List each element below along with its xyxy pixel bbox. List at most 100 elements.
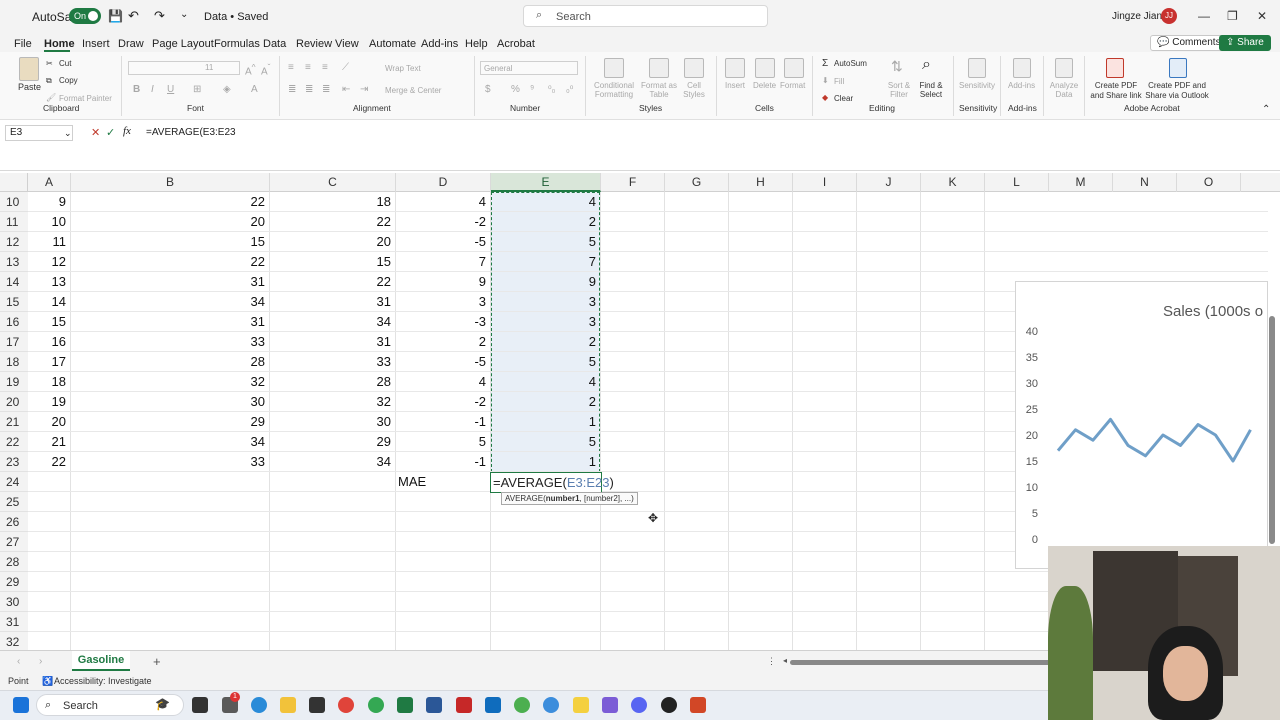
format-painter-icon[interactable]: 🖌 (46, 93, 56, 102)
cell-e[interactable]: 1 (540, 452, 596, 472)
cell-b[interactable]: 20 (209, 212, 265, 232)
insert-cells-icon[interactable] (725, 58, 745, 78)
column-header-n[interactable]: N (1113, 173, 1177, 192)
mae-label[interactable]: MAE (398, 472, 426, 492)
cell-e[interactable]: 5 (540, 352, 596, 372)
close-icon[interactable]: ✕ (1257, 9, 1267, 23)
cell-e[interactable]: 3 (540, 312, 596, 332)
app-icon[interactable] (309, 697, 325, 713)
currency-icon[interactable]: $ (485, 84, 491, 95)
cell-d[interactable]: -5 (430, 352, 486, 372)
column-header-l[interactable]: L (985, 173, 1049, 192)
bold-icon[interactable]: B (133, 84, 140, 95)
row-header[interactable]: 24 (0, 472, 28, 492)
enter-icon[interactable]: ✓ (106, 126, 115, 139)
cell-styles-button[interactable]: Cell Styles (679, 81, 709, 99)
task-view-icon[interactable] (192, 697, 208, 713)
cell-styles-icon[interactable] (684, 58, 704, 78)
cell-d[interactable]: 7 (430, 252, 486, 272)
row-header[interactable]: 26 (0, 512, 28, 532)
cell-c[interactable]: 31 (335, 332, 391, 352)
obs-icon[interactable] (661, 697, 677, 713)
chevron-down-icon[interactable]: ⌄ (64, 126, 72, 140)
sort-filter-button[interactable]: Sort & Filter (884, 81, 914, 99)
search-box[interactable]: ⌕ Search (523, 5, 768, 27)
horizontal-scrollbar[interactable] (790, 660, 1060, 665)
share-button[interactable]: ⇪ Share (1219, 35, 1271, 51)
column-header-h[interactable]: H (729, 173, 793, 192)
chrome-profile-icon[interactable] (368, 697, 384, 713)
redo-icon[interactable]: ↷ (154, 8, 165, 24)
line-chart[interactable]: Sales (1000s o 40 35 30 25 20 15 10 5 0 (1015, 281, 1268, 569)
cell-c[interactable]: 22 (335, 212, 391, 232)
active-cell-e24[interactable]: =AVERAGE(E3:E23) (490, 472, 614, 493)
cell-d[interactable]: 4 (430, 372, 486, 392)
insert-function-icon[interactable]: fx (123, 125, 131, 137)
wrap-text-button[interactable]: Wrap Text (385, 64, 421, 73)
collapse-ribbon-icon[interactable]: ⌃ (1262, 104, 1270, 115)
clear-icon[interactable]: ◆ (822, 93, 828, 102)
outdent-icon[interactable]: ⇥ (360, 84, 368, 95)
column-header-a[interactable]: A (28, 173, 71, 192)
acrobat-icon[interactable] (456, 697, 472, 713)
taskbar-search[interactable]: ⌕ Search 🎓 (36, 694, 184, 716)
tab-file[interactable]: File (14, 38, 32, 50)
cell-d[interactable]: 3 (430, 292, 486, 312)
percent-icon[interactable]: % (511, 84, 520, 95)
shrink-font-icon[interactable]: Aˇ (261, 62, 270, 77)
format-table-icon[interactable] (649, 58, 669, 78)
cell-e[interactable]: 4 (540, 192, 596, 212)
column-header-j[interactable]: J (857, 173, 921, 192)
paste-icon[interactable] (19, 57, 39, 81)
undo-icon[interactable]: ↶ (128, 8, 139, 24)
cell-b[interactable]: 22 (209, 192, 265, 212)
font-size-select[interactable]: 11 (197, 61, 239, 75)
tab-acrobat[interactable]: Acrobat (497, 38, 535, 50)
create-pdf-link-icon[interactable] (1106, 58, 1124, 78)
cell-a[interactable]: 20 (10, 412, 66, 432)
function-tooltip[interactable]: AVERAGE(number1, [number2], ...) (501, 492, 638, 505)
series-line[interactable] (1056, 417, 1252, 463)
outlook-icon[interactable] (485, 697, 501, 713)
column-header-i[interactable]: I (793, 173, 857, 192)
chrome-alt2-icon[interactable] (543, 697, 559, 713)
autosave-toggle[interactable]: On (69, 8, 101, 24)
windows-start-icon[interactable] (13, 697, 29, 713)
sticky-notes-icon[interactable] (573, 697, 589, 713)
cell-b[interactable]: 31 (209, 272, 265, 292)
create-pdf-outlook-button[interactable]: Create PDF and Share via Outlook (1145, 81, 1209, 101)
column-header-c[interactable]: C (270, 173, 396, 192)
cell-b[interactable]: 30 (209, 392, 265, 412)
cell-d[interactable]: -1 (430, 412, 486, 432)
decrease-decimal-icon[interactable]: ₀⁰ (566, 84, 573, 95)
analyze-data-icon[interactable] (1055, 58, 1073, 78)
cell-b[interactable]: 15 (209, 232, 265, 252)
cut-icon[interactable]: ✂ (46, 59, 53, 68)
column-header-d[interactable]: D (396, 173, 491, 192)
borders-icon[interactable]: ⊞ (193, 84, 201, 95)
select-all-corner[interactable] (0, 173, 28, 192)
file-explorer-icon[interactable] (280, 697, 296, 713)
cell-e[interactable]: 9 (540, 272, 596, 292)
fill-button[interactable]: Fill (834, 77, 844, 86)
cell-c[interactable]: 20 (335, 232, 391, 252)
column-header-m[interactable]: M (1049, 173, 1113, 192)
tab-home[interactable]: Home (44, 38, 75, 50)
cell-a[interactable]: 15 (10, 312, 66, 332)
copy-icon[interactable]: ⧉ (46, 76, 52, 86)
autosum-icon[interactable]: Σ (822, 58, 828, 69)
grow-font-icon[interactable]: A^ (245, 62, 256, 77)
tab-view[interactable]: View (335, 38, 359, 50)
cell-b[interactable]: 32 (209, 372, 265, 392)
cell-e[interactable]: 2 (540, 212, 596, 232)
cell-b[interactable]: 33 (209, 452, 265, 472)
cell-a[interactable]: 10 (10, 212, 66, 232)
accessibility-status[interactable]: Accessibility: Investigate (54, 676, 152, 686)
cell-c[interactable]: 15 (335, 252, 391, 272)
app-w-icon[interactable] (602, 697, 618, 713)
split-handle-icon[interactable]: ⋮ (767, 656, 776, 667)
align-bottom-icon[interactable]: ≡ (322, 62, 328, 73)
conditional-formatting-button[interactable]: Conditional Formatting (592, 81, 636, 99)
avatar[interactable]: JJ (1161, 8, 1177, 24)
cell-a[interactable]: 16 (10, 332, 66, 352)
